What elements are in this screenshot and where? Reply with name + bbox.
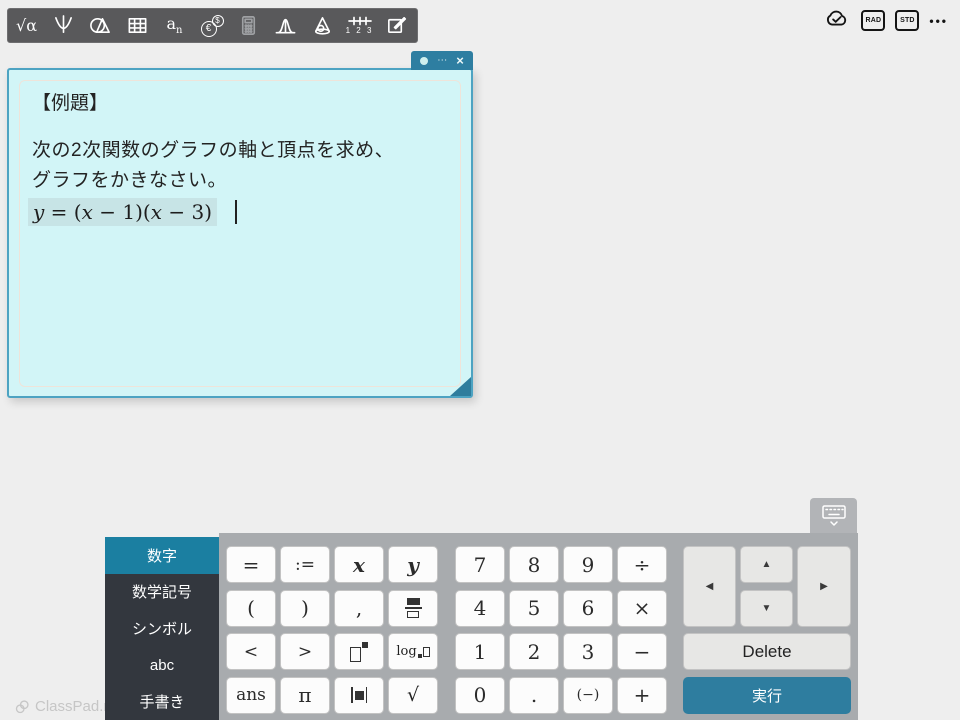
link-icon <box>14 699 30 715</box>
keyboard-tab-sidebar: 数字 数学記号 シンボル abc 手書き <box>105 537 219 720</box>
tab-math-symbols[interactable]: 数学記号 <box>105 574 219 611</box>
angle-mode-badge[interactable]: RAD <box>861 10 885 31</box>
key-pi[interactable]: π <box>280 677 330 714</box>
execute-button[interactable]: 実行 <box>683 677 851 714</box>
cloud-sync-icon[interactable] <box>823 7 851 34</box>
note-line-2: グラフをかきなさい。 <box>32 166 448 196</box>
key-less-than[interactable]: < <box>226 633 276 670</box>
key-arrow-right[interactable]: ▶ <box>797 546 851 627</box>
note-line-1: 次の2次関数のグラフの軸と頂点を求め、 <box>32 136 448 166</box>
key-y[interactable]: y <box>407 553 419 577</box>
key-9[interactable]: 9 <box>563 546 613 583</box>
window-close-icon[interactable]: × <box>456 54 464 67</box>
resize-handle[interactable] <box>450 377 471 396</box>
notes-icon[interactable] <box>378 9 415 42</box>
key-greater-than[interactable]: > <box>280 633 330 670</box>
key-8[interactable]: 8 <box>509 546 559 583</box>
keyboard-toggle-button[interactable] <box>810 498 857 533</box>
spreadsheet-icon[interactable] <box>119 9 156 42</box>
abs-template-icon <box>351 687 367 703</box>
key-paren-close[interactable]: ) <box>280 590 330 627</box>
solid-geometry-icon[interactable] <box>304 9 341 42</box>
key-multiply[interactable]: × <box>617 590 667 627</box>
math-expression[interactable]: y = (x − 1)(x − 3) <box>28 198 217 226</box>
tab-abc[interactable]: abc <box>105 647 219 684</box>
app-canvas: √α an € $ 1 2 3 <box>0 0 960 720</box>
display-mode-badge[interactable]: STD <box>895 10 919 31</box>
keyboard-icon <box>821 504 847 528</box>
key-fraction[interactable] <box>388 590 438 627</box>
log-template-icon: log <box>396 644 429 659</box>
note-window-titlebar[interactable]: ⋯ × <box>411 51 473 70</box>
key-3[interactable]: 3 <box>563 633 613 670</box>
key-1[interactable]: 1 <box>455 633 505 670</box>
key-square-root[interactable]: √ <box>388 677 438 714</box>
key-6[interactable]: 6 <box>563 590 613 627</box>
key-divide[interactable]: ÷ <box>617 546 667 583</box>
key-log[interactable]: log <box>388 633 438 670</box>
key-4[interactable]: 4 <box>455 590 505 627</box>
statistics-icon[interactable] <box>267 9 304 42</box>
number-line-icon[interactable]: 1 2 3 <box>341 9 378 42</box>
fraction-template-icon <box>405 598 422 618</box>
financial-icon[interactable]: € $ <box>193 9 230 42</box>
math-expression-row: y = (x − 1)(x − 3) <box>28 198 448 226</box>
keyboard-panel: = := x y ( ) , < > log ans π √ <box>219 533 858 720</box>
key-7[interactable]: 7 <box>455 546 505 583</box>
window-dot-icon[interactable] <box>420 57 428 65</box>
tab-symbols[interactable]: シンボル <box>105 610 219 647</box>
key-arrow-up[interactable]: ▲ <box>740 546 793 583</box>
key-arrow-left[interactable]: ◀ <box>683 546 736 627</box>
symbol-key-block: = := x y ( ) , < > log ans π √ <box>226 546 438 714</box>
key-absolute-value[interactable] <box>334 677 384 714</box>
key-assign[interactable]: := <box>280 546 330 583</box>
key-x[interactable]: x <box>353 553 365 577</box>
note-title: 【例題】 <box>32 88 448 115</box>
tab-numbers[interactable]: 数字 <box>105 537 219 574</box>
key-power[interactable] <box>334 633 384 670</box>
key-negate[interactable]: (−) <box>563 677 613 714</box>
sqrt-template-icon: √ <box>407 686 419 705</box>
note-window: ⋯ × 【例題】 次の2次関数のグラフの軸と頂点を求め、 グラフをかきなさい。 … <box>7 68 473 398</box>
delete-button[interactable]: Delete <box>683 633 851 670</box>
navigation-key-block: ◀ ▲ ▶ ▼ Delete 実行 <box>683 546 851 714</box>
sequence-icon[interactable]: an <box>156 9 193 42</box>
calculate-icon[interactable]: √α <box>8 9 45 42</box>
key-decimal-point[interactable]: . <box>509 677 559 714</box>
window-menu-icon[interactable]: ⋯ <box>437 56 447 66</box>
tab-handwriting[interactable]: 手書き <box>105 683 219 720</box>
key-2[interactable]: 2 <box>509 633 559 670</box>
calculator-icon <box>230 9 267 42</box>
more-menu-icon[interactable]: ••• <box>929 14 948 28</box>
app-toolbar: √α an € $ 1 2 3 <box>7 8 418 43</box>
key-equals[interactable]: = <box>226 546 276 583</box>
key-ans[interactable]: ans <box>226 677 276 714</box>
key-paren-open[interactable]: ( <box>226 590 276 627</box>
number-key-block: 7 8 9 ÷ 4 5 6 × 1 2 3 − 0 . (−) + <box>455 546 667 714</box>
geometry-icon[interactable] <box>82 9 119 42</box>
key-comma[interactable]: , <box>334 590 384 627</box>
status-bar: RAD STD ••• <box>823 7 948 34</box>
key-plus[interactable]: + <box>617 677 667 714</box>
graph-icon[interactable] <box>45 9 82 42</box>
key-arrow-down[interactable]: ▼ <box>740 590 793 627</box>
note-text-area[interactable]: 【例題】 次の2次関数のグラフの軸と頂点を求め、 グラフをかきなさい。 y = … <box>19 80 461 387</box>
key-0[interactable]: 0 <box>455 677 505 714</box>
text-cursor <box>235 200 237 224</box>
key-5[interactable]: 5 <box>509 590 559 627</box>
exponent-template-icon <box>350 642 368 662</box>
key-minus[interactable]: − <box>617 633 667 670</box>
